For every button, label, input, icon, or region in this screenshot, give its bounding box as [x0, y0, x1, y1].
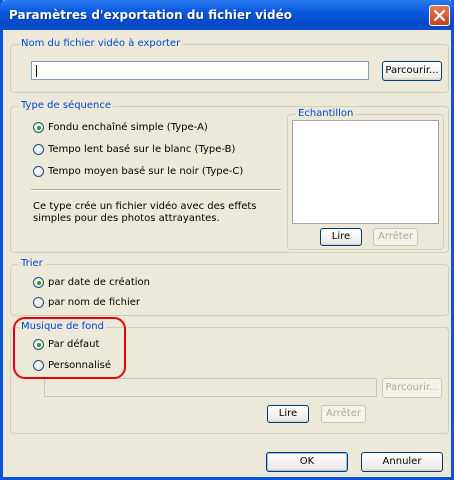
sort-group-label: Trier — [19, 258, 45, 270]
music-highlight-annotation — [13, 317, 126, 379]
filename-group-label: Nom du fichier vidéo à exporter — [19, 38, 183, 50]
sort-option-date[interactable]: par date de création — [33, 277, 150, 288]
sort-option-filename[interactable]: par nom de fichier — [33, 297, 140, 308]
sequence-group: Type de séquence Fondu enchaîné simple (… — [10, 100, 449, 253]
sample-group-label: Echantillon — [296, 108, 356, 120]
export-dialog: Paramètres d'exportation du fichier vidé… — [0, 0, 454, 480]
sort-group: Trier par date de création par nom de fi… — [10, 258, 449, 316]
radio-button — [33, 144, 44, 155]
sequence-description: Ce type crée un fichier vidéo avec des e… — [33, 201, 257, 224]
radio-button — [33, 297, 44, 308]
ok-button[interactable]: OK — [266, 452, 348, 472]
sequence-divider — [31, 189, 281, 191]
sample-play-button[interactable]: Lire — [320, 228, 362, 246]
close-icon — [434, 10, 445, 21]
radio-button-checked — [33, 122, 44, 133]
sample-preview — [292, 120, 439, 224]
sort-option-label: par date de création — [48, 277, 150, 288]
cancel-button[interactable]: Annuler — [361, 452, 443, 472]
title-bar[interactable]: Paramètres d'exportation du fichier vidé… — [0, 0, 454, 30]
sort-option-label: par nom de fichier — [48, 297, 140, 308]
radio-button — [33, 166, 44, 177]
sequence-group-label: Type de séquence — [19, 100, 114, 112]
sample-stop-button[interactable]: Arrêter — [373, 228, 418, 246]
sequence-option-label: Tempo lent basé sur le blanc (Type-B) — [48, 144, 236, 155]
window-title: Paramètres d'exportation du fichier vidé… — [9, 8, 293, 22]
sequence-option-type-b[interactable]: Tempo lent basé sur le blanc (Type-B) — [33, 144, 235, 155]
sequence-option-label: Tempo moyen basé sur le noir (Type-C) — [48, 166, 244, 177]
sample-group: Echantillon Lire Arrêter — [287, 108, 444, 250]
music-stop-button[interactable]: Arrêter — [321, 405, 366, 423]
filename-input[interactable] — [31, 61, 369, 80]
close-button[interactable] — [429, 5, 450, 26]
music-path-input[interactable] — [44, 378, 377, 397]
sequence-option-label: Fondu enchaîné simple (Type-A) — [48, 122, 208, 133]
filename-browse-button[interactable]: Parcourir... — [382, 61, 442, 81]
sequence-option-type-a[interactable]: Fondu enchaîné simple (Type-A) — [33, 122, 208, 133]
text-cursor — [36, 65, 37, 77]
music-browse-button[interactable]: Parcourir... — [382, 378, 442, 398]
music-play-button[interactable]: Lire — [267, 405, 309, 423]
radio-button-checked — [33, 277, 44, 288]
filename-group: Nom du fichier vidéo à exporter Parcouri… — [10, 38, 449, 93]
sequence-option-type-c[interactable]: Tempo moyen basé sur le noir (Type-C) — [33, 166, 243, 177]
